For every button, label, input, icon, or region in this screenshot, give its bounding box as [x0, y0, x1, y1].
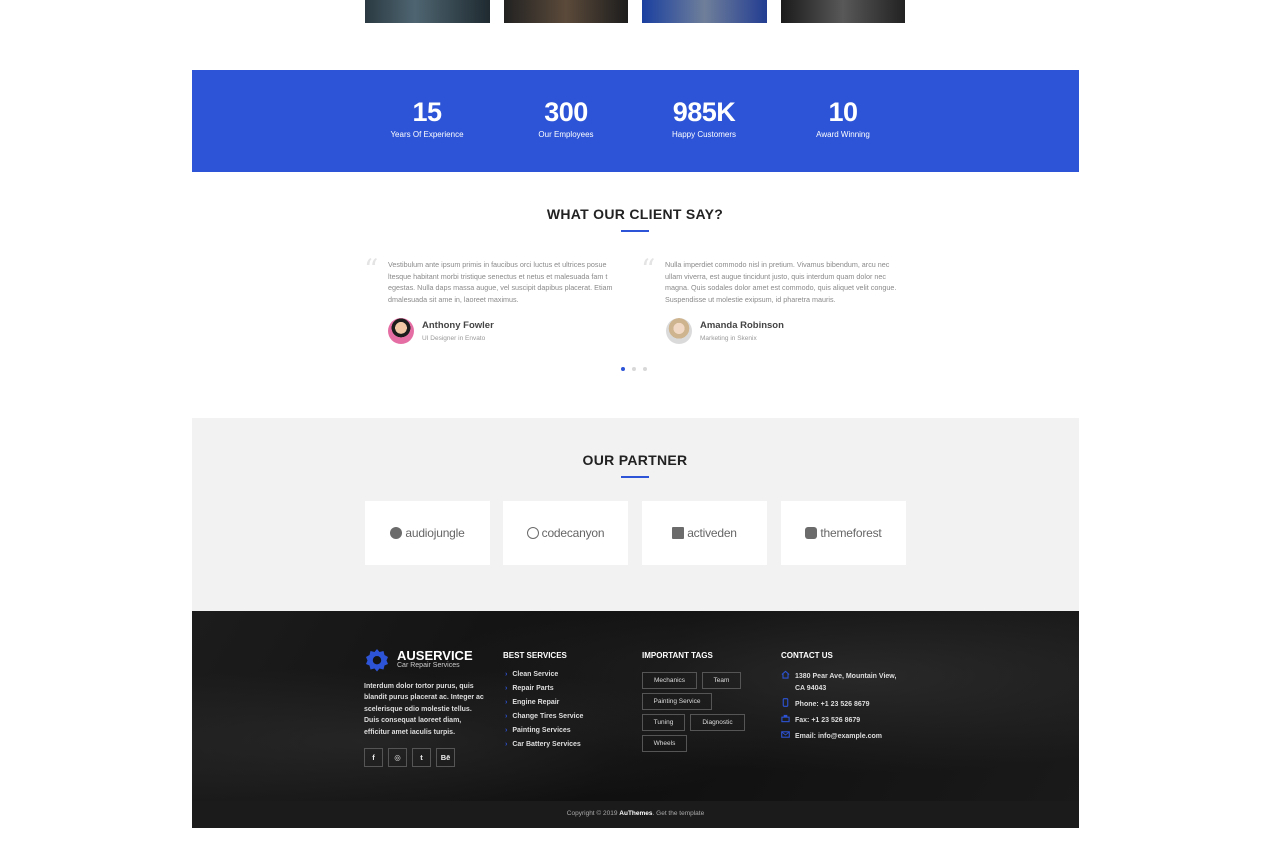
chevron-right-icon: › — [505, 727, 508, 734]
chevron-right-icon: › — [505, 741, 508, 748]
tag-button[interactable]: Painting Service — [642, 693, 712, 710]
partner-name: activeden — [687, 526, 737, 540]
contact-email[interactable]: Email: info@example.com — [781, 730, 882, 743]
gear-icon — [366, 649, 388, 672]
carousel-dot[interactable] — [643, 367, 647, 371]
contact-address: 1380 Pear Ave, Mountain View, CA 94043 — [781, 670, 896, 694]
partner-name: codecanyon — [541, 526, 605, 540]
client-role: UI Designer in Envato — [422, 335, 486, 342]
home-icon — [781, 670, 790, 679]
stat-value: 10 — [828, 97, 858, 127]
carousel-dot[interactable] — [632, 367, 636, 371]
tag-button[interactable]: Tuning — [642, 714, 685, 731]
service-link[interactable]: › Painting Services — [505, 727, 571, 734]
partner-logo[interactable]: activeden — [642, 501, 767, 565]
stat-label: Award Winning — [816, 130, 870, 139]
testimonials-title: WHAT OUR CLIENT SAY? — [546, 206, 724, 222]
partner-logo[interactable]: audiojungle — [365, 501, 490, 565]
mail-icon — [781, 731, 790, 738]
partners-title: OUR PARTNER — [582, 452, 688, 468]
whatsapp-icon[interactable]: ◎ — [388, 748, 407, 767]
stats-band: 15 Years Of Experience 300 Our Employees… — [192, 70, 1079, 172]
service-link[interactable]: › Car Battery Services — [505, 741, 581, 748]
testimonial-text: Nulla imperdiet commodo nisl in pretium.… — [665, 260, 897, 304]
copyright-text: Copyright © 2019 AuThemes. Get the templ… — [566, 810, 705, 817]
contact-phone[interactable]: Phone: +1 23 526 8679 — [781, 698, 870, 711]
avatar — [666, 318, 692, 344]
behance-icon[interactable]: Bē — [436, 748, 455, 767]
stat-label: Happy Customers — [671, 130, 737, 139]
footer — [192, 611, 1079, 828]
service-link[interactable]: › Engine Repair — [505, 699, 559, 706]
partner-name: audiojungle — [405, 526, 465, 540]
stat-label: Our Employees — [538, 130, 594, 139]
client-name: Anthony Fowler — [422, 320, 494, 331]
tag-button[interactable]: Diagnostic — [690, 714, 745, 731]
phone-icon — [782, 698, 789, 707]
stat-value: 15 — [412, 97, 442, 127]
service-link[interactable]: › Change Tires Service — [505, 713, 583, 720]
brand-subtitle: Car Repair Services — [397, 662, 460, 669]
avatar — [388, 318, 414, 344]
gallery-image[interactable] — [365, 0, 490, 23]
partner-logo[interactable]: codecanyon — [503, 501, 628, 565]
chevron-right-icon: › — [505, 713, 508, 720]
facebook-icon[interactable]: f — [364, 748, 383, 767]
fax-icon — [781, 714, 790, 723]
audiojungle-icon — [390, 527, 403, 539]
gallery-image[interactable] — [780, 0, 905, 23]
partner-logo[interactable]: themeforest — [781, 501, 906, 565]
contact-heading: CONTACT US — [781, 651, 833, 660]
copyright-brand-link[interactable]: AuThemes — [619, 810, 652, 817]
service-link[interactable]: › Clean Service — [505, 671, 558, 678]
client-role: Marketing in Skenix — [700, 335, 757, 342]
gallery-image[interactable] — [503, 0, 628, 23]
service-link[interactable]: › Repair Parts — [505, 685, 554, 692]
activeden-icon — [672, 527, 685, 539]
title-underline — [621, 476, 649, 478]
footer-about-text: Interdum dolor tortor purus, quis blandi… — [364, 683, 484, 736]
carousel-dot[interactable] — [621, 367, 625, 371]
codecanyon-icon — [526, 527, 539, 539]
tag-button[interactable]: Mechanics — [642, 672, 697, 689]
stat-value: 985K — [672, 97, 736, 127]
tags-heading: IMPORTANT TAGS — [642, 651, 713, 660]
chevron-right-icon: › — [505, 685, 508, 692]
brand-name[interactable]: AUSERVICE — [397, 648, 473, 663]
partners-section — [192, 418, 1079, 611]
title-underline — [621, 230, 649, 232]
stat-value: 300 — [544, 97, 588, 127]
client-name: Amanda Robinson — [700, 320, 784, 331]
stat-label: Years Of Experience — [390, 130, 464, 139]
services-heading: BEST SERVICES — [503, 651, 567, 660]
tag-button[interactable]: Team — [702, 672, 741, 689]
quote-icon: “ — [364, 253, 379, 286]
contact-fax: Fax: +1 23 526 8679 — [781, 714, 860, 727]
testimonial-text: Vestibulum ante ipsum primis in faucibus… — [388, 260, 613, 304]
chevron-right-icon: › — [505, 699, 508, 706]
carousel-dots — [621, 367, 647, 371]
tag-button[interactable]: Wheels — [642, 735, 687, 752]
gallery-strip — [365, 0, 905, 23]
gallery-image[interactable] — [642, 0, 767, 23]
themeforest-icon — [805, 527, 818, 539]
quote-icon: “ — [641, 253, 656, 286]
chevron-right-icon: › — [505, 671, 508, 678]
partner-name: themeforest — [820, 526, 882, 540]
twitter-icon[interactable]: t — [412, 748, 431, 767]
page: 15 Years Of Experience 300 Our Employees… — [0, 0, 1270, 842]
